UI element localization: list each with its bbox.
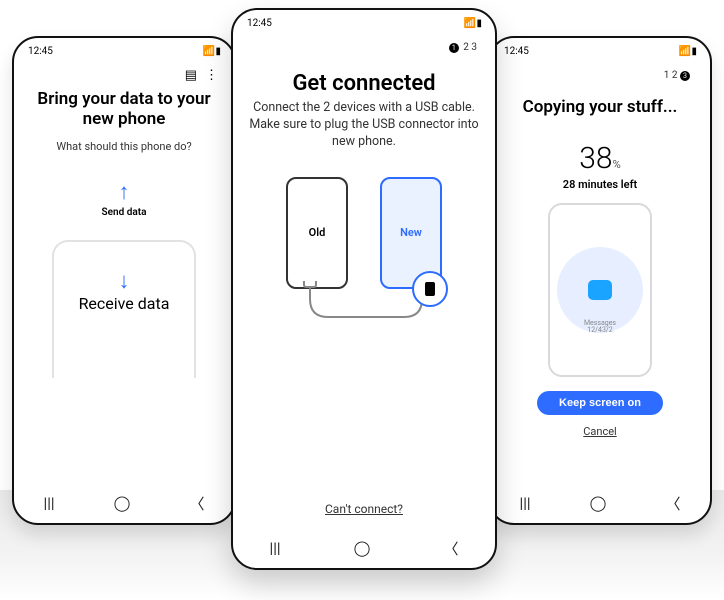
nav-recents-icon[interactable]: ||| bbox=[520, 494, 531, 512]
nav-recents-icon[interactable]: ||| bbox=[270, 539, 281, 557]
status-icons: 📶 ▮ bbox=[203, 46, 220, 57]
status-time: 12:45 bbox=[28, 46, 53, 57]
page-title: Bring your data to your new phone bbox=[28, 89, 220, 130]
old-device: Old bbox=[286, 177, 348, 289]
step-pager: 1 2 3 bbox=[664, 70, 692, 81]
percent-value: 38 bbox=[579, 141, 612, 176]
old-device-label: Old bbox=[309, 226, 326, 239]
sd-card-icon[interactable]: ▤ bbox=[185, 68, 197, 83]
new-device-label: New bbox=[400, 226, 422, 239]
more-icon[interactable]: ⋮ bbox=[205, 68, 218, 83]
copy-item-label: Messages12/43/2 bbox=[584, 320, 616, 335]
status-icons: 📶 ▮ bbox=[679, 46, 696, 57]
time-remaining: 28 minutes left bbox=[563, 178, 637, 191]
nav-home-icon[interactable]: ◯ bbox=[590, 494, 607, 512]
arrow-down-icon: ↓ bbox=[119, 268, 130, 294]
send-data-option[interactable]: ↑ Send data bbox=[102, 179, 147, 218]
messages-icon bbox=[588, 280, 612, 300]
cancel-link[interactable]: Cancel bbox=[583, 425, 616, 438]
nav-back-icon[interactable]: 〈 bbox=[443, 538, 458, 559]
page-subtitle: Connect the 2 devices with a USB cable. … bbox=[247, 100, 481, 151]
percent-unit: % bbox=[613, 158, 621, 171]
cant-connect-link[interactable]: Can't connect? bbox=[325, 502, 403, 516]
page-subtitle: What should this phone do? bbox=[56, 140, 191, 155]
usb-adapter-icon bbox=[412, 271, 448, 307]
phone-right: 12:45 📶 ▮ 1 2 3 Copying your stuff... 38… bbox=[488, 36, 712, 525]
pager-rest: 1 2 bbox=[664, 70, 678, 81]
page-title: Copying your stuff... bbox=[523, 97, 678, 117]
arrow-up-icon: ↑ bbox=[118, 179, 129, 205]
step-pager: 1 2 3 bbox=[449, 42, 477, 53]
receive-data-option[interactable]: ↓ Receive data bbox=[52, 240, 196, 378]
nav-bar: ||| ◯ 〈 bbox=[14, 483, 234, 523]
page-title: Get connected bbox=[292, 71, 435, 96]
nav-bar: ||| ◯ 〈 bbox=[490, 483, 710, 523]
stage: 12:45 📶 ▮ ▤ ⋮ Bring your data to your ne… bbox=[0, 0, 724, 600]
phone-center: 12:45 📶 ▮ 1 2 3 Get connected Connect th… bbox=[231, 8, 497, 570]
pager-rest: 2 3 bbox=[463, 42, 477, 53]
status-bar: 12:45 📶 ▮ bbox=[14, 38, 234, 62]
pager-current: 1 bbox=[449, 43, 459, 53]
device-diagram: Old New bbox=[286, 177, 442, 289]
pager-current: 3 bbox=[680, 71, 690, 81]
nav-bar: ||| ◯ 〈 bbox=[233, 528, 495, 568]
phone-left: 12:45 📶 ▮ ▤ ⋮ Bring your data to your ne… bbox=[12, 36, 236, 525]
progress-percent: 38% bbox=[579, 141, 620, 176]
nav-home-icon[interactable]: ◯ bbox=[114, 494, 131, 512]
nav-back-icon[interactable]: 〈 bbox=[665, 493, 680, 514]
nav-home-icon[interactable]: ◯ bbox=[354, 539, 371, 557]
action-icons: ▤ ⋮ bbox=[185, 68, 218, 83]
copy-preview: Messages12/43/2 bbox=[548, 203, 652, 377]
status-bar: 12:45 📶 ▮ bbox=[490, 38, 710, 62]
status-time: 12:45 bbox=[247, 18, 272, 29]
nav-back-icon[interactable]: 〈 bbox=[189, 493, 204, 514]
send-data-label: Send data bbox=[102, 207, 147, 218]
status-bar: 12:45 📶 ▮ bbox=[233, 10, 495, 34]
nav-recents-icon[interactable]: ||| bbox=[44, 494, 55, 512]
keep-screen-on-button[interactable]: Keep screen on bbox=[537, 391, 663, 415]
receive-data-label: Receive data bbox=[79, 294, 170, 313]
status-icons: 📶 ▮ bbox=[464, 18, 481, 29]
status-time: 12:45 bbox=[504, 46, 529, 57]
